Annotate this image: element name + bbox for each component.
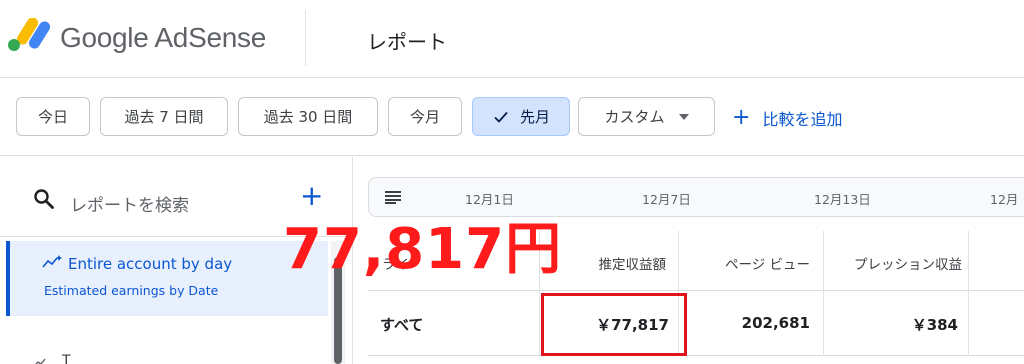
app-title: Google AdSense	[60, 22, 266, 53]
earnings-annotation: 77,817円	[283, 217, 563, 282]
report-item-subtitle: Estimated earnings by Date	[44, 283, 219, 298]
chip-last-month[interactable]: 先月	[472, 97, 570, 136]
sidebar-item-entire-account-by-day[interactable]: Entire account by day Estimated earnings…	[6, 241, 328, 316]
report-item-title: Entire account by day	[68, 255, 233, 273]
chip-today[interactable]: 今日	[16, 97, 90, 136]
chip-label: 今日	[37, 108, 68, 126]
page-title: レポート	[367, 30, 447, 54]
chip-label: 過去 7 日間	[124, 108, 204, 126]
column-header-impression-revenue[interactable]: プレッション収益	[854, 253, 962, 273]
cell-dimension: すべて	[380, 316, 424, 334]
column-header-estimated-earnings[interactable]: 推定収益額	[599, 253, 667, 273]
add-comparison-label: 比較を追加	[762, 110, 843, 129]
sparkle-icon	[42, 255, 62, 268]
chip-label: 先月	[519, 108, 550, 126]
plus-icon: +	[732, 105, 751, 130]
cell-page-views: 202,681	[741, 314, 810, 332]
caret-down-icon	[678, 113, 689, 120]
menu-lines-icon[interactable]	[385, 191, 401, 204]
column-header-page-views[interactable]: ページ ビュー	[725, 253, 810, 273]
search-icon	[34, 189, 54, 209]
chip-label: カスタム	[604, 108, 665, 126]
table-row[interactable]: すべて ￥77,817 202,681 ￥384	[368, 291, 1024, 356]
cell-impression-revenue: ￥384	[911, 316, 958, 334]
chip-last-30-days[interactable]: 過去 30 日間	[238, 97, 378, 136]
chip-last-7-days[interactable]: 過去 7 日間	[100, 97, 228, 136]
chip-this-month[interactable]: 今月	[388, 97, 462, 136]
earnings-highlight-box	[541, 293, 687, 356]
add-comparison-button[interactable]: + 比較を追加	[732, 106, 842, 130]
column-divider	[968, 231, 969, 356]
timeline-tick: 12月	[990, 192, 1019, 207]
chip-custom[interactable]: カスタム	[578, 97, 715, 136]
adsense-logo-icon[interactable]	[6, 18, 50, 54]
column-divider	[823, 231, 824, 356]
timeline-tick: 12月13日	[814, 192, 871, 207]
chip-label: 今月	[409, 108, 440, 126]
timeline-tick: 12月7日	[642, 192, 691, 207]
add-report-button[interactable]: +	[300, 182, 323, 210]
chip-label: 過去 30 日間	[263, 108, 353, 126]
timeline-bar[interactable]: 12月1日 12月7日 12月13日 12月	[368, 177, 1024, 217]
sparkle-icon	[35, 358, 46, 364]
check-icon	[494, 111, 508, 123]
date-filter-bar: 今日 過去 7 日間 過去 30 日間 今月 先月 カスタム + 比較を追加	[0, 78, 1024, 156]
report-search-input[interactable]: レポートを検索	[70, 191, 189, 216]
timeline-tick: 12月1日	[465, 192, 514, 207]
sidebar-item-next[interactable]: T	[62, 353, 71, 364]
header-divider	[305, 10, 306, 66]
app-header: Google AdSense レポート	[0, 0, 1024, 78]
